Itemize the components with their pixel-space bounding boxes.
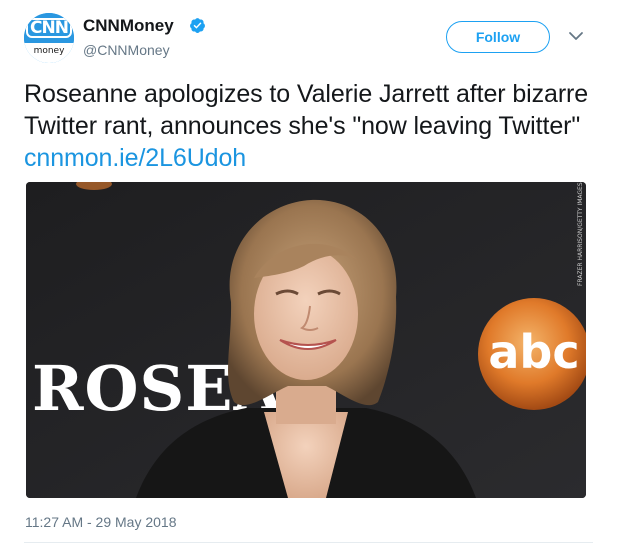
tweet-text: Roseanne apologizes to Valerie Jarrett a…: [24, 78, 594, 174]
photo-credit: FRAZER HARRISON/GETTY IMAGES: [577, 182, 584, 286]
avatar[interactable]: CNN money: [24, 13, 74, 63]
tweet-body: Roseanne apologizes to Valerie Jarrett a…: [24, 80, 589, 140]
divider: [24, 542, 593, 543]
chevron-down-icon[interactable]: [568, 30, 584, 42]
abc-logo-text: abc: [488, 325, 579, 379]
photo-illustration: ROSEA abc FRAZER HARRISON/GETTY IMAGES: [26, 182, 586, 498]
cnn-logo: CNN: [24, 13, 74, 43]
author-handle[interactable]: @CNNMoney: [83, 42, 170, 58]
tweet-link[interactable]: cnnmon.ie/2L6Udoh: [24, 144, 246, 172]
money-band: money: [24, 43, 74, 63]
verified-badge-icon: [190, 18, 205, 33]
follow-button[interactable]: Follow: [446, 21, 550, 53]
tweet-timestamp[interactable]: 11:27 AM - 29 May 2018: [25, 514, 177, 530]
avatar-logo-text: CNN: [26, 18, 72, 38]
author-display-name[interactable]: CNNMoney: [83, 16, 174, 36]
abc-logo: abc: [478, 298, 586, 410]
tweet-photo[interactable]: ROSEA abc FRAZER HARRISON/GETTY IMAGES: [26, 182, 586, 498]
avatar-sub-text: money: [33, 46, 65, 56]
